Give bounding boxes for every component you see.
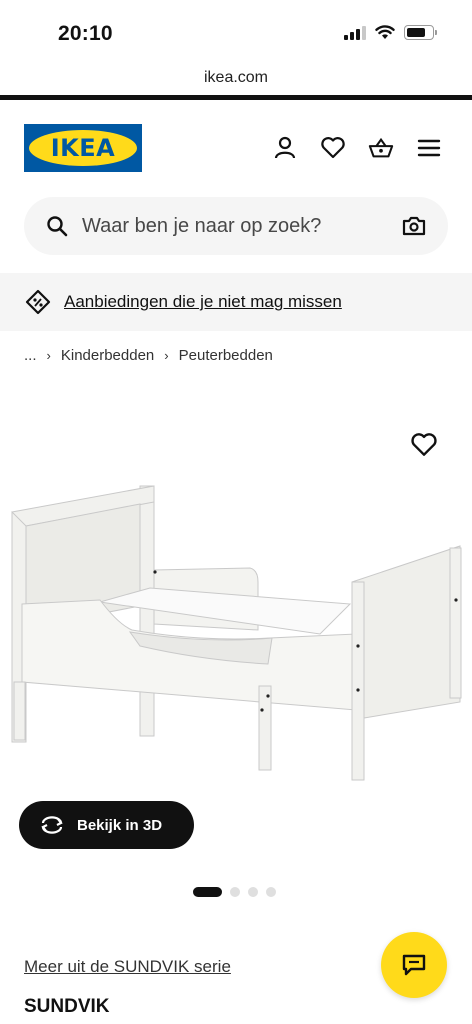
- breadcrumb-item-peuterbedden[interactable]: Peuterbedden: [179, 347, 273, 364]
- divider: [0, 95, 472, 100]
- status-icons: [344, 25, 437, 40]
- product-image[interactable]: [0, 420, 472, 800]
- breadcrumb-item-kinderbedden[interactable]: Kinderbedden: [61, 347, 154, 364]
- menu-icon[interactable]: [416, 134, 442, 162]
- carousel-dot[interactable]: [248, 887, 258, 897]
- battery-icon: [404, 25, 437, 40]
- promo-link[interactable]: Aanbiedingen die je niet mag missen: [64, 292, 342, 312]
- product-name: SUNDVIK: [24, 996, 110, 1017]
- search-input[interactable]: [82, 214, 402, 238]
- chevron-right-icon: ›: [164, 348, 169, 363]
- status-bar: 20:10: [0, 0, 472, 64]
- heart-icon[interactable]: [320, 134, 346, 162]
- ikea-logo[interactable]: IKEA: [24, 124, 142, 172]
- carousel-indicator[interactable]: [193, 887, 276, 897]
- header-actions: [272, 134, 442, 162]
- chevron-right-icon: ›: [46, 348, 51, 363]
- camera-icon[interactable]: [402, 216, 426, 236]
- wifi-icon: [375, 25, 395, 39]
- series-link[interactable]: Meer uit de SUNDVIK serie: [24, 957, 231, 977]
- account-icon[interactable]: [272, 134, 298, 162]
- basket-icon[interactable]: [368, 134, 394, 162]
- breadcrumb-ellipsis[interactable]: ...: [24, 347, 37, 364]
- carousel-dot[interactable]: [230, 887, 240, 897]
- heart-icon[interactable]: [410, 431, 438, 459]
- carousel-dot[interactable]: [193, 887, 222, 897]
- carousel-dot[interactable]: [266, 887, 276, 897]
- view-3d-button[interactable]: Bekijk in 3D: [19, 801, 194, 849]
- status-time: 20:10: [58, 22, 113, 45]
- view-3d-label: Bekijk in 3D: [77, 816, 163, 834]
- promo-banner[interactable]: Aanbiedingen die je niet mag missen: [0, 273, 472, 331]
- breadcrumb: ... › Kinderbedden › Peuterbedden: [24, 347, 273, 364]
- chat-icon: [402, 954, 426, 976]
- search-icon: [47, 216, 68, 237]
- rotate-3d-icon: [41, 816, 63, 834]
- tag-icon: [25, 289, 51, 315]
- logo-text: IKEA: [50, 134, 116, 162]
- search-bar[interactable]: [24, 197, 448, 255]
- signal-icon: [344, 25, 366, 40]
- url-bar[interactable]: ikea.com: [0, 64, 472, 94]
- chat-button[interactable]: [381, 932, 447, 998]
